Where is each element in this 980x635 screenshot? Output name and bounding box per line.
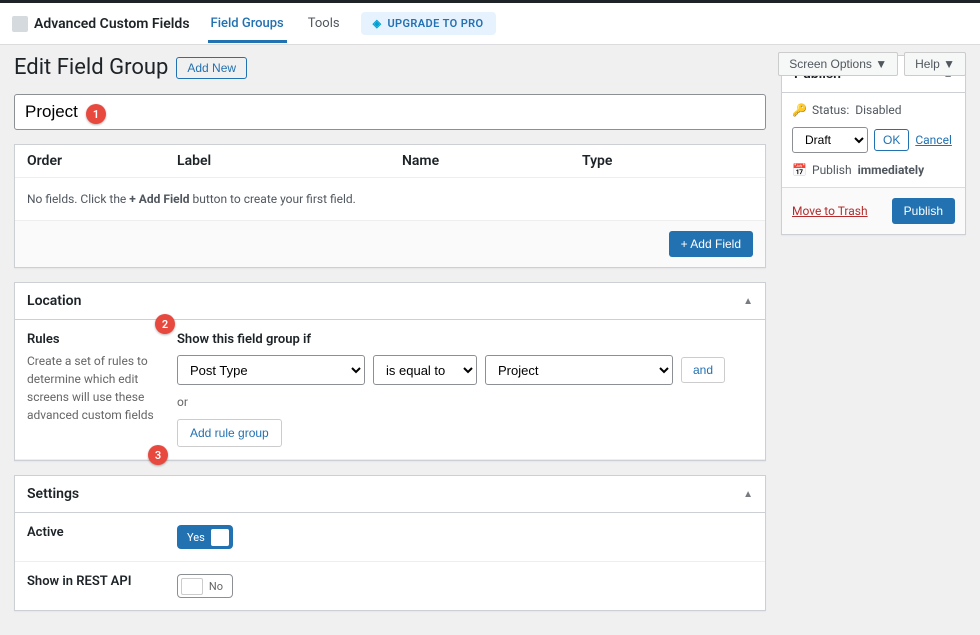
annotation-marker-2: 2 bbox=[155, 314, 175, 334]
rest-row: Show in REST API No bbox=[15, 562, 765, 610]
rule-param-select[interactable]: Post Type bbox=[177, 355, 365, 385]
rule-operator-select[interactable]: is equal to bbox=[373, 355, 477, 385]
fields-footer: + Add Field bbox=[15, 220, 765, 267]
active-toggle[interactable]: Yes bbox=[177, 525, 233, 549]
publish-box: Publish ▲ 🔑 Status: Disabled Draft OK Ca… bbox=[781, 55, 966, 235]
active-row: Active Yes bbox=[15, 513, 765, 562]
brand-label: Advanced Custom Fields bbox=[34, 16, 190, 32]
col-order: Order bbox=[27, 153, 177, 169]
rules-label: Rules bbox=[27, 332, 177, 347]
rules-desc: Create a set of rules to determine which… bbox=[27, 354, 154, 422]
collapse-icon[interactable]: ▲ bbox=[743, 296, 753, 307]
rest-label: Show in REST API bbox=[27, 574, 177, 589]
rules-input-col: Show this field group if Post Type is eq… bbox=[177, 332, 753, 447]
ok-button[interactable]: OK bbox=[874, 129, 909, 151]
annotation-marker-3: 3 bbox=[148, 445, 168, 465]
page-heading: Edit Field Group Add New bbox=[14, 55, 766, 80]
schedule-label: Publish bbox=[812, 163, 852, 177]
brand: Advanced Custom Fields bbox=[12, 16, 190, 32]
add-field-button[interactable]: + Add Field bbox=[669, 231, 753, 257]
nav-field-groups[interactable]: Field Groups bbox=[208, 4, 287, 43]
active-label: Active bbox=[27, 525, 177, 540]
upgrade-button[interactable]: ◈ UPGRADE TO PRO bbox=[361, 12, 496, 35]
admin-top-buttons: Screen Options ▼ Help ▼ bbox=[778, 52, 966, 76]
key-icon: 🔑 bbox=[792, 103, 806, 117]
publish-button[interactable]: Publish bbox=[892, 198, 955, 224]
annotation-marker-1: 1 bbox=[86, 104, 106, 124]
screen-options-button[interactable]: Screen Options ▼ bbox=[778, 52, 898, 76]
add-rule-group-button[interactable]: Add rule group bbox=[177, 419, 282, 447]
toggle-yes-label: Yes bbox=[181, 531, 211, 544]
fields-table-head: Order Label Name Type bbox=[15, 145, 765, 178]
status-label: Status: bbox=[812, 103, 849, 117]
trash-link[interactable]: Move to Trash bbox=[792, 204, 868, 218]
calendar-icon: 📅 bbox=[792, 163, 806, 177]
acf-logo-icon bbox=[12, 16, 28, 32]
fields-box: Order Label Name Type No fields. Click t… bbox=[14, 144, 766, 268]
help-button[interactable]: Help ▼ bbox=[904, 52, 966, 76]
schedule-value: immediately bbox=[858, 163, 925, 177]
collapse-icon[interactable]: ▲ bbox=[743, 489, 753, 500]
location-body: Rules Create a set of rules to determine… bbox=[15, 320, 765, 460]
rest-toggle[interactable]: No bbox=[177, 574, 233, 598]
publish-footer: Move to Trash Publish bbox=[782, 187, 965, 234]
status-value: Disabled bbox=[855, 103, 901, 117]
gem-icon: ◈ bbox=[373, 17, 382, 30]
location-box: Location ▲ Rules Create a set of rules t… bbox=[14, 282, 766, 461]
nav-tools[interactable]: Tools bbox=[305, 4, 343, 43]
location-title: Location bbox=[27, 293, 81, 309]
rules-label-col: Rules Create a set of rules to determine… bbox=[27, 332, 177, 447]
fields-empty-state: No fields. Click the + Add Field button … bbox=[15, 178, 765, 220]
status-select[interactable]: Draft bbox=[792, 127, 868, 153]
top-toolbar: Advanced Custom Fields Field Groups Tool… bbox=[0, 3, 980, 45]
publish-body: 🔑 Status: Disabled Draft OK Cancel 📅 Pub… bbox=[782, 93, 965, 187]
main-column: Edit Field Group Add New Order Label Nam… bbox=[14, 55, 766, 625]
col-label: Label bbox=[177, 153, 402, 169]
toggle-no-label: No bbox=[203, 580, 229, 593]
status-row: 🔑 Status: Disabled bbox=[792, 103, 955, 117]
schedule-row: 📅 Publish immediately bbox=[792, 163, 955, 177]
status-edit-row: Draft OK Cancel bbox=[792, 127, 955, 153]
group-title-input[interactable] bbox=[14, 94, 766, 130]
side-column: Publish ▲ 🔑 Status: Disabled Draft OK Ca… bbox=[781, 55, 966, 625]
location-head: Location ▲ bbox=[15, 283, 765, 320]
or-label: or bbox=[177, 395, 753, 409]
settings-title: Settings bbox=[27, 486, 79, 502]
page-title: Edit Field Group bbox=[14, 55, 168, 80]
add-new-button[interactable]: Add New bbox=[176, 57, 247, 79]
and-button[interactable]: and bbox=[681, 357, 725, 383]
toggle-handle bbox=[181, 578, 203, 595]
rule-group: Post Type is equal to Project and bbox=[177, 355, 753, 385]
settings-head: Settings ▲ bbox=[15, 476, 765, 513]
show-if-label: Show this field group if bbox=[177, 332, 753, 347]
cancel-link[interactable]: Cancel bbox=[915, 133, 952, 147]
col-name: Name bbox=[402, 153, 582, 169]
toggle-handle bbox=[211, 529, 229, 546]
col-type: Type bbox=[582, 153, 753, 169]
rule-value-select[interactable]: Project bbox=[485, 355, 673, 385]
settings-box: Settings ▲ Active Yes Show in REST API bbox=[14, 475, 766, 611]
upgrade-label: UPGRADE TO PRO bbox=[387, 17, 483, 30]
